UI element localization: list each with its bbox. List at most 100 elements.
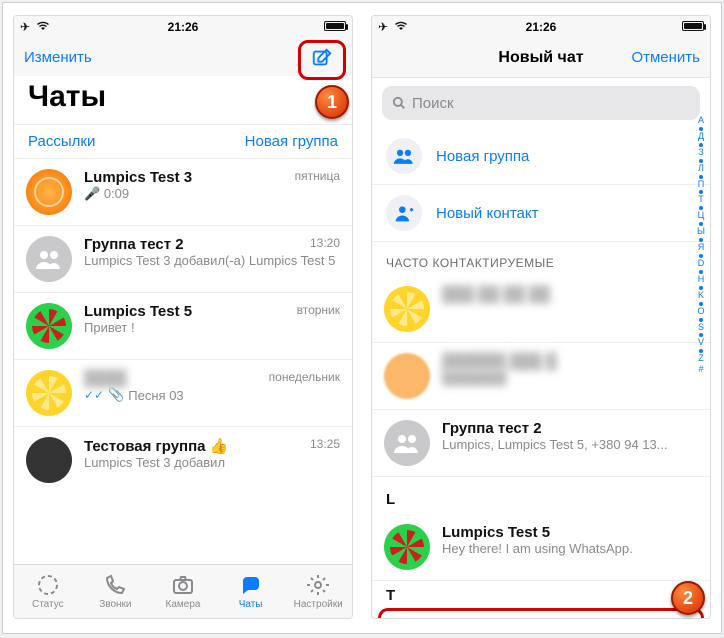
contact-name: ██████ ███ █ (442, 353, 698, 370)
contact-sub: Hey there! I am using WhatsApp. (442, 541, 698, 557)
index-letter[interactable] (699, 318, 703, 322)
add-contact-icon (386, 195, 422, 231)
compose-icon[interactable] (311, 47, 333, 74)
chat-sub: Lumpics Test 3 добавил(-а) Lumpics Test … (84, 253, 340, 269)
chat-time: 13:20 (310, 236, 340, 250)
new-contact-row[interactable]: Новый контакт (372, 185, 710, 242)
new-group-link[interactable]: Новая группа (245, 133, 338, 150)
section-t: T (372, 581, 710, 606)
index-letter[interactable]: O (697, 307, 704, 317)
battery-icon (682, 21, 704, 31)
index-letter[interactable]: Л (698, 164, 704, 174)
index-letter[interactable]: Ц (698, 211, 705, 221)
search-placeholder: Поиск (412, 95, 454, 112)
chat-list: Lumpics Test 3 🎤 0:09 пятница Группа тес… (14, 159, 352, 493)
index-letter[interactable]: Я (698, 243, 705, 253)
section-frequent: ЧАСТО КОНТАКТИРУЕМЫЕ (372, 242, 710, 276)
avatar (26, 370, 72, 416)
contact-name: Lumpics Test 5 (442, 524, 698, 541)
contact-row[interactable]: ██████ ███ █ ███████ (372, 343, 710, 410)
avatar-group-icon (26, 236, 72, 282)
status-bar: ✈︎ 21:26 (14, 16, 352, 38)
clock: 21:26 (168, 20, 199, 34)
read-checks-icon: ✓✓ (84, 388, 104, 402)
avatar (384, 524, 430, 570)
chat-name: Группа тест 2 (84, 236, 340, 253)
index-letter[interactable]: H (698, 275, 705, 285)
airplane-icon: ✈︎ (378, 20, 388, 34)
nav-bar: Новый чат Отменить (372, 38, 710, 78)
contact-name: ███ ██ ██ ██ (442, 286, 698, 303)
chat-sub: Lumpics Test 3 добавил (84, 455, 340, 471)
tab-status[interactable]: Статус (14, 565, 82, 618)
contact-row[interactable]: ███ ██ ██ ██ (372, 276, 710, 343)
compose-button-highlight (298, 40, 346, 80)
index-letter[interactable]: П (698, 180, 704, 190)
phone-new-chat: ✈︎ 21:26 Новый чат Отменить Поиск Новая … (371, 15, 711, 619)
phone-chats: ✈︎ 21:26 Изменить Чаты Рассылки Новая гр… (13, 15, 353, 619)
avatar (26, 437, 72, 483)
tab-calls[interactable]: Звонки (82, 565, 150, 618)
index-letter[interactable]: V (698, 338, 704, 348)
chat-row[interactable]: Lumpics Test 5 Привет ! вторник (14, 293, 352, 360)
search-icon (392, 96, 406, 110)
tab-camera[interactable]: Камера (149, 565, 217, 618)
chat-sub: Привет ! (84, 320, 340, 336)
cancel-button[interactable]: Отменить (631, 49, 700, 66)
avatar-group-icon (384, 420, 430, 466)
chat-time: пятница (295, 169, 340, 183)
group-icon (386, 138, 422, 174)
chat-time: понедельник (269, 370, 340, 384)
avatar (26, 303, 72, 349)
chat-row[interactable]: Lumpics Test 3 🎤 0:09 пятница (14, 159, 352, 226)
tab-bar: Статус Звонки Камера Чаты Настройки (14, 564, 352, 618)
chat-row[interactable]: ████ ✓✓ 📎 Песня 03 понедельник (14, 360, 352, 427)
chat-time: вторник (297, 303, 340, 317)
new-group-row[interactable]: Новая группа (372, 128, 710, 185)
tab-settings[interactable]: Настройки (284, 565, 352, 618)
index-letter[interactable]: # (698, 365, 703, 375)
contact-name: Группа тест 2 (442, 420, 698, 437)
contact-row[interactable]: Lumpics Test 5 Hey there! I am using Wha… (372, 514, 710, 581)
index-letter[interactable]: S (698, 323, 704, 333)
contact-row[interactable]: Группа тест 2 Lumpics, Lumpics Test 5, +… (372, 410, 710, 477)
alpha-index[interactable]: АДЗЛПТЦЫЯDHKOSVZ# (694, 116, 708, 608)
mic-icon: 🎤 (84, 186, 100, 201)
contact-row-highlighted[interactable]: Lumpics Test 3 Hey there! I am using Wha… (378, 608, 704, 619)
index-letter[interactable]: Z (698, 354, 704, 364)
avatar (26, 169, 72, 215)
chat-time: 13:25 (310, 437, 340, 451)
index-letter[interactable]: Ы (697, 227, 705, 237)
battery-icon (324, 21, 346, 31)
edit-button[interactable]: Изменить (24, 49, 92, 66)
index-letter[interactable]: Т (698, 195, 704, 205)
new-group-label: Новая группа (436, 148, 529, 165)
new-contact-label: Новый контакт (436, 205, 538, 222)
index-letter[interactable]: А (698, 116, 704, 126)
chat-name: Тестовая группа 👍 (84, 437, 340, 455)
annotation-badge-2: 2 (671, 581, 705, 615)
section-l: L (372, 477, 710, 514)
tab-chats[interactable]: Чаты (217, 565, 285, 618)
wifi-icon (36, 20, 50, 34)
index-letter[interactable]: K (698, 291, 704, 301)
index-letter[interactable]: D (698, 259, 705, 269)
index-letter[interactable]: З (698, 148, 703, 158)
chat-sub: 0:09 (104, 186, 129, 201)
index-letter[interactable] (699, 175, 703, 179)
search-input[interactable]: Поиск (382, 86, 700, 120)
top-links: Рассылки Новая группа (14, 124, 352, 159)
status-bar: ✈︎ 21:26 (372, 16, 710, 38)
wifi-icon (394, 20, 408, 34)
chat-row[interactable]: Группа тест 2 Lumpics Test 3 добавил(-а)… (14, 226, 352, 293)
attachment-icon: 📎 (108, 387, 124, 403)
annotation-badge-1: 1 (315, 85, 349, 119)
avatar (384, 353, 430, 399)
airplane-icon: ✈︎ (20, 20, 30, 34)
broadcasts-link[interactable]: Рассылки (28, 133, 95, 150)
index-letter[interactable]: Д (698, 132, 704, 142)
contact-sub: ███████ (442, 370, 698, 386)
clock: 21:26 (526, 20, 557, 34)
chat-sub: Песня 03 (128, 388, 183, 403)
chat-row[interactable]: Тестовая группа 👍 Lumpics Test 3 добавил… (14, 427, 352, 493)
